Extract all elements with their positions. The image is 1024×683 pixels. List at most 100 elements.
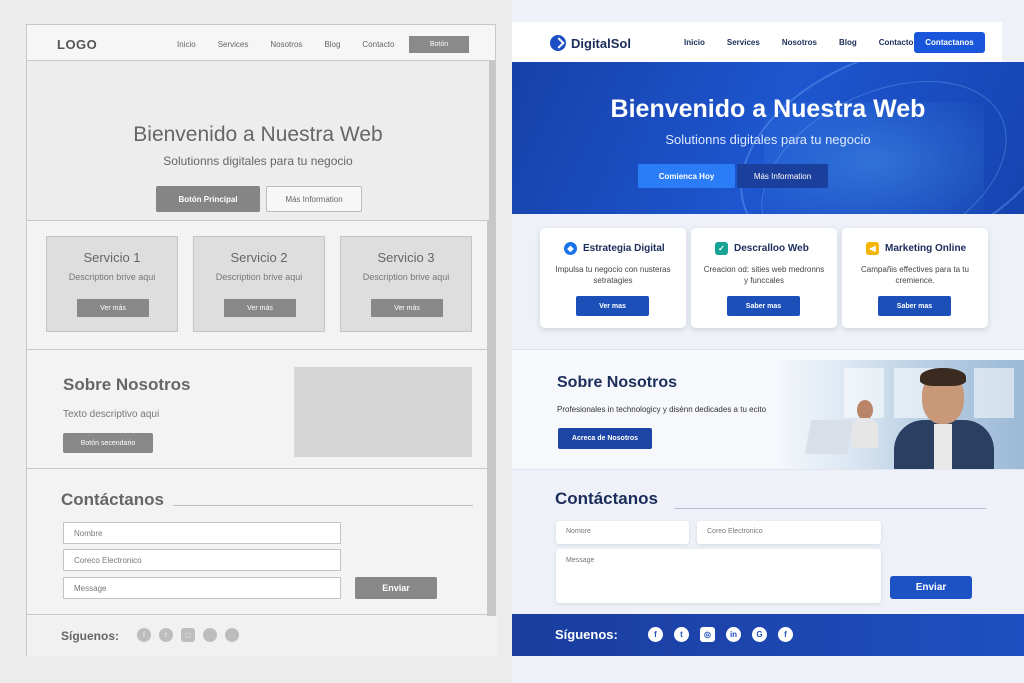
wireframe-image-placeholder (294, 367, 472, 457)
mockup-hero-title: Bienvenido a Nuestra Web (610, 95, 926, 123)
team-photo (774, 360, 1024, 470)
mockup-services: ◆ Estrategia Digital Impulsa tu negocio … (512, 214, 1024, 349)
facebook-icon[interactable]: f (648, 627, 663, 642)
wireframe-hero-title: Bienvenido a Nuestra Web (133, 123, 383, 146)
wireframe-secondary-button[interactable]: Más Information (266, 186, 362, 212)
mockup-service-title: Descralloo Web (734, 243, 809, 254)
mockup-service-card-3: ◀ Marketing Online Campañis effectives p… (842, 228, 988, 328)
instagram-icon[interactable]: ◎ (700, 627, 715, 642)
wireframe-message-field[interactable]: Message (63, 577, 341, 599)
megaphone-icon: ◀ (866, 242, 879, 255)
wireframe-nav-blog[interactable]: Blog (324, 40, 340, 49)
wireframe-hero: Bienvenido a Nuestra Web Solutionns digi… (27, 61, 489, 221)
mockup-about: Sobre Nosotros Profesionales in technolo… (512, 349, 1024, 470)
mockup-service-desc: Campañis effectives para ta tu cremience… (861, 265, 969, 285)
mockup-navbar: DigitalSol Inicio Services Nosotros Blog… (512, 22, 1002, 62)
mockup-about-text: Profesionales in technologicy y disénn d… (557, 405, 767, 414)
wireframe-service-desc: Description brive aqui (68, 272, 156, 282)
wireframe-service-card-2: Servicio 2 Description brive aqui Ver má… (193, 236, 325, 332)
mockup-about-title: Sobre Nosotros (557, 374, 678, 391)
wireframe-page: LOGO Inicio Services Nosotros Blog Conta… (26, 24, 497, 656)
mockup-footer: Síguenos: f t ◎ in G f (512, 614, 1024, 656)
mockup-social-icons: f t ◎ in G f (648, 627, 793, 642)
mockup-nav-links: Inicio Services Nosotros Blog Contacto (684, 38, 913, 47)
wireframe-email-field[interactable]: Coreco Electronico (63, 549, 341, 571)
wireframe-navbar: LOGO Inicio Services Nosotros Blog Conta… (27, 25, 495, 61)
mockup-nav-blog[interactable]: Blog (839, 38, 857, 47)
wireframe-nav-links: Inicio Services Nosotros Blog Contacto (177, 40, 416, 49)
wireframe-service-title: Servicio 2 (230, 250, 288, 265)
mockup-service-desc: Impulsa tu negocio con nusteras setratag… (555, 265, 671, 285)
mockup-nav-inicio[interactable]: Inicio (684, 38, 705, 47)
mockup-service-button[interactable]: Ver mas (576, 296, 649, 316)
wireframe-primary-button[interactable]: Botón Principal (156, 186, 260, 212)
wireframe-about-button[interactable]: Botón secendario (63, 433, 153, 453)
mockup-secondary-button[interactable]: Más Information (737, 164, 828, 188)
wireframe-footer: Síguenos: f t ◻ (27, 616, 497, 656)
shield-icon: ◆ (564, 242, 577, 255)
mockup-send-button[interactable]: Enviar (890, 576, 972, 599)
wireframe-service-button[interactable]: Ver más (371, 299, 443, 317)
wireframe-service-button[interactable]: Ver más (77, 299, 149, 317)
check-icon: ✓ (715, 242, 728, 255)
wireframe-nav-nosotros[interactable]: Nosotros (270, 40, 302, 49)
wireframe-logo[interactable]: LOGO (57, 37, 97, 52)
wireframe-nav-contacto[interactable]: Contacto (362, 40, 394, 49)
mockup-service-desc: Creacion od: sities web medronns y funcc… (703, 265, 825, 285)
mockup-service-card-1: ◆ Estrategia Digital Impulsa tu negocio … (540, 228, 686, 328)
mockup-name-field[interactable]: Nomore (556, 521, 689, 544)
social-icon[interactable] (203, 628, 217, 642)
wireframe-services: Servicio 1 Description brive aqui Ver má… (27, 222, 489, 350)
facebook-icon[interactable]: f (778, 627, 793, 642)
wireframe-nav-button[interactable]: Botón (409, 36, 469, 53)
wireframe-about: Sobre Nosotros Texto descriptivo aqui Bo… (27, 351, 489, 469)
mockup-service-button[interactable]: Saber mas (727, 296, 800, 316)
mockup-about-button[interactable]: Acreca de Nosotros (558, 428, 652, 449)
mockup-nav-contacto[interactable]: Contacto (879, 38, 914, 47)
mockup-contact-button[interactable]: Contactanos (914, 32, 985, 53)
wireframe-service-title: Servicio 1 (83, 250, 141, 265)
mockup-service-button[interactable]: Saber mas (878, 296, 951, 316)
wireframe-about-title: Sobre Nosotros (63, 375, 191, 394)
mockup-nav-services[interactable]: Services (727, 38, 760, 47)
instagram-icon[interactable]: ◻ (181, 628, 195, 642)
mockup-logo[interactable]: DigitalSol (550, 35, 631, 51)
wireframe-hero-subtitle: Solutionns digitales para tu negocio (163, 154, 353, 168)
wireframe-contact-title: Contáctanos (61, 490, 164, 509)
wireframe-service-desc: Description brive aqui (362, 272, 450, 282)
mockup-message-field[interactable]: Message (556, 549, 881, 603)
mockup-service-title: Marketing Online (885, 243, 967, 254)
wireframe-name-field[interactable]: Nombre (63, 522, 341, 544)
mockup-email-field[interactable]: Coreo Electronico (697, 521, 881, 544)
wireframe-nav-services[interactable]: Services (218, 40, 249, 49)
linkedin-icon[interactable]: in (726, 627, 741, 642)
wireframe-send-button[interactable]: Enviar (355, 577, 437, 599)
wireframe-service-desc: Description brive aqui (215, 272, 303, 282)
twitter-icon[interactable]: t (674, 627, 689, 642)
wireframe-nav-inicio[interactable]: Inicio (177, 40, 196, 49)
mockup-nav-nosotros[interactable]: Nosotros (782, 38, 817, 47)
photo-person-background (852, 400, 878, 448)
twitter-icon[interactable]: t (159, 628, 173, 642)
logo-icon (550, 35, 566, 51)
mockup-page: DigitalSol Inicio Services Nosotros Blog… (512, 0, 1024, 683)
facebook-icon[interactable]: f (137, 628, 151, 642)
wireframe-service-card-1: Servicio 1 Description brive aqui Ver má… (46, 236, 178, 332)
photo-tablet (805, 420, 853, 454)
mockup-primary-button[interactable]: Comienca Hoy (638, 164, 735, 188)
mockup-contact-title: Contáctanos (555, 489, 658, 508)
photo-person-smiling (888, 368, 1008, 470)
mockup-service-card-2: ✓ Descralloo Web Creacion od: sities web… (691, 228, 837, 328)
mockup-logo-text: DigitalSol (571, 35, 631, 51)
wireframe-service-button[interactable]: Ver más (224, 299, 296, 317)
wireframe-contact-divider (173, 505, 473, 506)
social-icon[interactable] (225, 628, 239, 642)
mockup-bottom-margin (512, 656, 1024, 683)
wireframe-follow-label: Síguenos: (61, 629, 120, 643)
wireframe-service-card-3: Servicio 3 Description brive aqui Ver má… (340, 236, 472, 332)
wireframe-service-title: Servicio 3 (377, 250, 435, 265)
mockup-contact-divider (674, 508, 986, 509)
mockup-follow-label: Síguenos: (555, 627, 618, 642)
google-icon[interactable]: G (752, 627, 767, 642)
wireframe-about-text: Texto descriptivo aqui (63, 409, 160, 420)
